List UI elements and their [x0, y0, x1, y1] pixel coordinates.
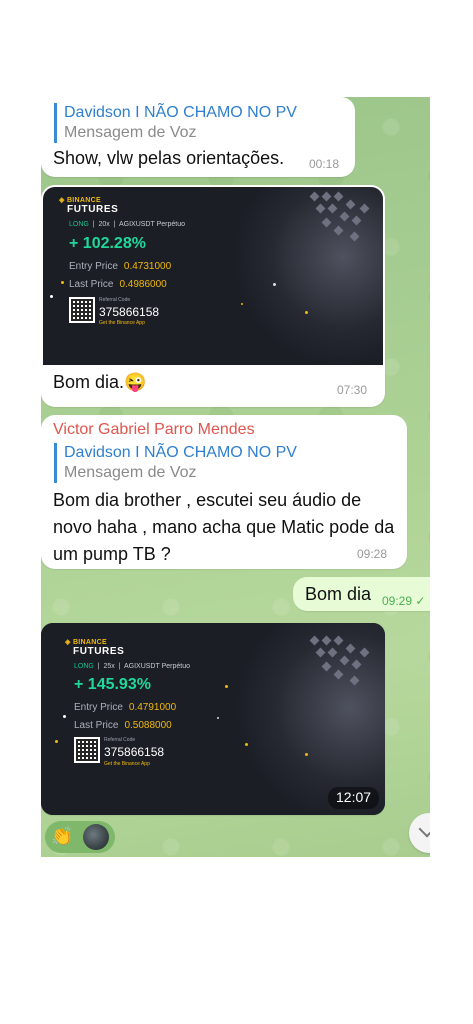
last-price: Last Price 0.5088000 — [74, 720, 172, 731]
referral-code: 375866158 — [104, 745, 165, 759]
avatar[interactable] — [83, 824, 109, 850]
reply-author: Davidson I NÃO CHAMO NO PV — [64, 444, 297, 461]
reply-author: Davidson I NÃO CHAMO NO PV — [64, 104, 297, 121]
reply-quote[interactable]: Davidson I NÃO CHAMO NO PV Mensagem de V… — [54, 103, 297, 143]
message-time: 09:29 ✓ — [382, 594, 426, 608]
message-time: 07:30 — [337, 383, 368, 397]
message-time: 09:28 — [357, 547, 388, 561]
chevron-down-icon — [418, 820, 430, 838]
entry-price: Entry Price 0.4791000 — [74, 702, 177, 713]
photo-message[interactable]: ◈ BINANCE FUTURES LONG | 20x | AGIXUSDT … — [41, 185, 385, 407]
referral-label: Referral Code — [99, 297, 131, 303]
scroll-down-button[interactable] — [409, 813, 430, 853]
sender-name: Victor Gabriel Parro Mendes — [53, 421, 255, 438]
pnl-percent: + 145.93% — [74, 676, 151, 693]
futures-label: FUTURES — [73, 646, 125, 657]
get-app-text: Get the Binance App — [104, 761, 150, 767]
chat-area[interactable]: Davidson I NÃO CHAMO NO PV Mensagem de V… — [41, 97, 430, 857]
time-badge: 12:07 — [328, 787, 380, 809]
message-time: 12:07 — [336, 789, 372, 805]
photo-caption: Bom dia.😜 — [53, 372, 147, 392]
message-time: 00:18 — [309, 157, 340, 171]
message-text: Show, vlw pelas orientações. — [53, 148, 285, 168]
reaction-emoji: 👏 — [51, 826, 74, 846]
binance-futures-card[interactable]: ◈ BINANCE FUTURES LONG | 25x | AGIXUSDT … — [41, 623, 385, 815]
pnl-percent: + 102.28% — [69, 235, 146, 252]
futures-label: FUTURES — [67, 204, 119, 215]
binance-logo: ◈ BINANCE — [59, 197, 101, 204]
position-meta: LONG | 20x | AGIXUSDT Perpétuo — [69, 221, 185, 228]
message-text: Bom dia — [305, 584, 372, 604]
referral-code: 375866158 — [99, 305, 160, 319]
message-bubble[interactable]: Davidson I NÃO CHAMO NO PV Mensagem de V… — [41, 97, 355, 177]
outgoing-message[interactable]: Bom dia 09:29 ✓ — [293, 577, 430, 611]
binance-logo: ◈ BINANCE — [65, 639, 107, 646]
reply-type: Mensagem de Voz — [64, 464, 197, 481]
binance-futures-card[interactable]: ◈ BINANCE FUTURES LONG | 20x | AGIXUSDT … — [43, 187, 383, 365]
entry-price: Entry Price 0.4731000 — [69, 261, 172, 272]
message-bubble[interactable]: Victor Gabriel Parro Mendes Davidson I N… — [41, 415, 407, 569]
qr-code — [69, 297, 95, 323]
check-icon: ✓ — [415, 594, 426, 608]
reply-quote[interactable]: Davidson I NÃO CHAMO NO PV Mensagem de V… — [54, 443, 297, 483]
get-app-text: Get the Binance App — [99, 320, 145, 326]
photo-message[interactable]: ◈ BINANCE FUTURES LONG | 25x | AGIXUSDT … — [41, 623, 385, 815]
referral-label: Referral Code — [104, 737, 136, 743]
message-text: Bom dia brother , escutei seu áudio de n… — [53, 490, 395, 564]
qr-code — [74, 737, 100, 763]
position-meta: LONG | 25x | AGIXUSDT Perpétuo — [74, 663, 190, 670]
reply-type: Mensagem de Voz — [64, 124, 197, 141]
last-price: Last Price 0.4986000 — [69, 279, 167, 290]
reaction-bar[interactable]: 👏 — [45, 821, 115, 853]
